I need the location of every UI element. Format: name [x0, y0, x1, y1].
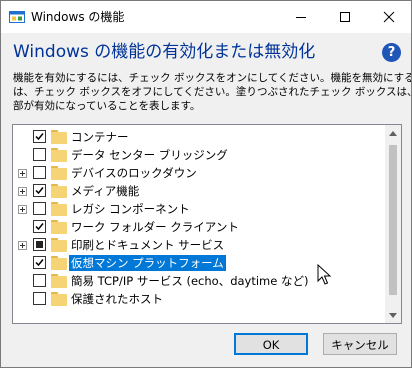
feature-row[interactable]: 保護されたホスト	[13, 290, 385, 308]
chevron-down-icon	[389, 312, 397, 318]
feature-label[interactable]: データ センター ブリッジング	[69, 147, 230, 163]
folder-icon	[51, 184, 67, 198]
dialog-heading: Windows の機能の有効化または無効化	[13, 42, 316, 62]
feature-row[interactable]: レガシ コンポーネント	[13, 200, 385, 218]
feature-checkbox[interactable]	[33, 130, 46, 143]
folder-icon	[51, 148, 67, 162]
feature-checkbox[interactable]	[33, 256, 46, 269]
chevron-up-icon	[389, 130, 397, 136]
feature-label[interactable]: ワーク フォルダー クライアント	[69, 219, 241, 235]
windows-features-app-icon	[9, 9, 25, 25]
feature-label[interactable]: コンテナー	[69, 129, 131, 145]
description-line: 機能を有効にするには、チェック ボックスをオンにしてください。機能を無効にするに	[13, 72, 412, 84]
description-line: 部が有効になっていることを表します。	[13, 100, 201, 112]
feature-label[interactable]: 保護されたホスト	[69, 291, 165, 307]
feature-checkbox[interactable]	[33, 238, 46, 251]
expand-plus-icon[interactable]	[18, 169, 27, 178]
folder-icon	[51, 166, 67, 180]
feature-row[interactable]: ワーク フォルダー クライアント	[13, 218, 385, 236]
expand-plus-icon[interactable]	[18, 187, 27, 196]
folder-icon	[51, 130, 67, 144]
maximize-button[interactable]	[323, 1, 367, 33]
feature-row[interactable]: メディア機能	[13, 182, 385, 200]
dialog-description: 機能を有効にするには、チェック ボックスをオンにしてください。機能を無効にするに…	[13, 71, 412, 113]
feature-label[interactable]: 印刷とドキュメント サービス	[69, 237, 226, 253]
folder-icon	[51, 256, 67, 270]
ok-button[interactable]: OK	[234, 333, 308, 355]
feature-label[interactable]: メディア機能	[69, 183, 141, 199]
feature-label[interactable]: 簡易 TCP/IP サービス (echo、daytime など)	[69, 273, 310, 289]
checkmark-icon	[35, 133, 44, 141]
folder-icon	[51, 220, 67, 234]
folder-icon	[51, 292, 67, 306]
feature-checkbox[interactable]	[33, 166, 46, 179]
windows-features-dialog: Windows の機能 Windows の機能の有効化または無効化 ? 機能を有…	[0, 0, 412, 368]
description-line: は、チェック ボックスをオフにしてください。塗りつぶされたチェック ボックスは、…	[13, 86, 411, 98]
feature-label[interactable]: 仮想マシン プラットフォーム	[69, 255, 226, 271]
feature-label[interactable]: レガシ コンポーネント	[69, 201, 192, 217]
vertical-scrollbar[interactable]	[385, 125, 401, 323]
feature-checkbox[interactable]	[33, 184, 46, 197]
scroll-down-button[interactable]	[385, 307, 401, 323]
feature-tree[interactable]: コンテナーデータ センター ブリッジング デバイスのロックダウン メディア機能レガシ…	[12, 124, 402, 324]
feature-checkbox[interactable]	[33, 220, 46, 233]
feature-row[interactable]: コンテナー	[13, 128, 385, 146]
feature-checkbox[interactable]	[33, 148, 46, 161]
checkmark-icon	[35, 259, 44, 267]
feature-label[interactable]: デバイスのロックダウン	[69, 165, 199, 181]
folder-icon	[51, 274, 67, 288]
close-button[interactable]	[367, 1, 411, 33]
minimize-button[interactable]	[279, 1, 323, 33]
folder-icon	[51, 202, 67, 216]
feature-row[interactable]: データ センター ブリッジング	[13, 146, 385, 164]
checkmark-icon	[35, 223, 44, 231]
expand-plus-icon[interactable]	[18, 241, 27, 250]
help-icon[interactable]: ?	[382, 43, 401, 62]
feature-checkbox[interactable]	[33, 292, 46, 305]
feature-checkbox[interactable]	[33, 202, 46, 215]
maximize-icon	[340, 12, 350, 22]
feature-checkbox[interactable]	[33, 274, 46, 287]
folder-icon	[51, 238, 67, 252]
scroll-thumb[interactable]	[389, 145, 397, 295]
feature-row[interactable]: デバイスのロックダウン	[13, 164, 385, 182]
title-bar[interactable]: Windows の機能	[1, 1, 411, 33]
scroll-up-button[interactable]	[385, 125, 401, 141]
feature-row[interactable]: 印刷とドキュメント サービス	[13, 236, 385, 254]
close-icon	[383, 11, 395, 23]
expand-plus-icon[interactable]	[18, 205, 27, 214]
checkmark-icon	[35, 187, 44, 195]
cancel-button[interactable]: キャンセル	[323, 333, 397, 355]
window-title: Windows の機能	[31, 10, 125, 24]
mouse-pointer-icon	[317, 264, 331, 285]
partial-fill-icon	[36, 241, 43, 248]
minimize-icon	[296, 17, 306, 18]
